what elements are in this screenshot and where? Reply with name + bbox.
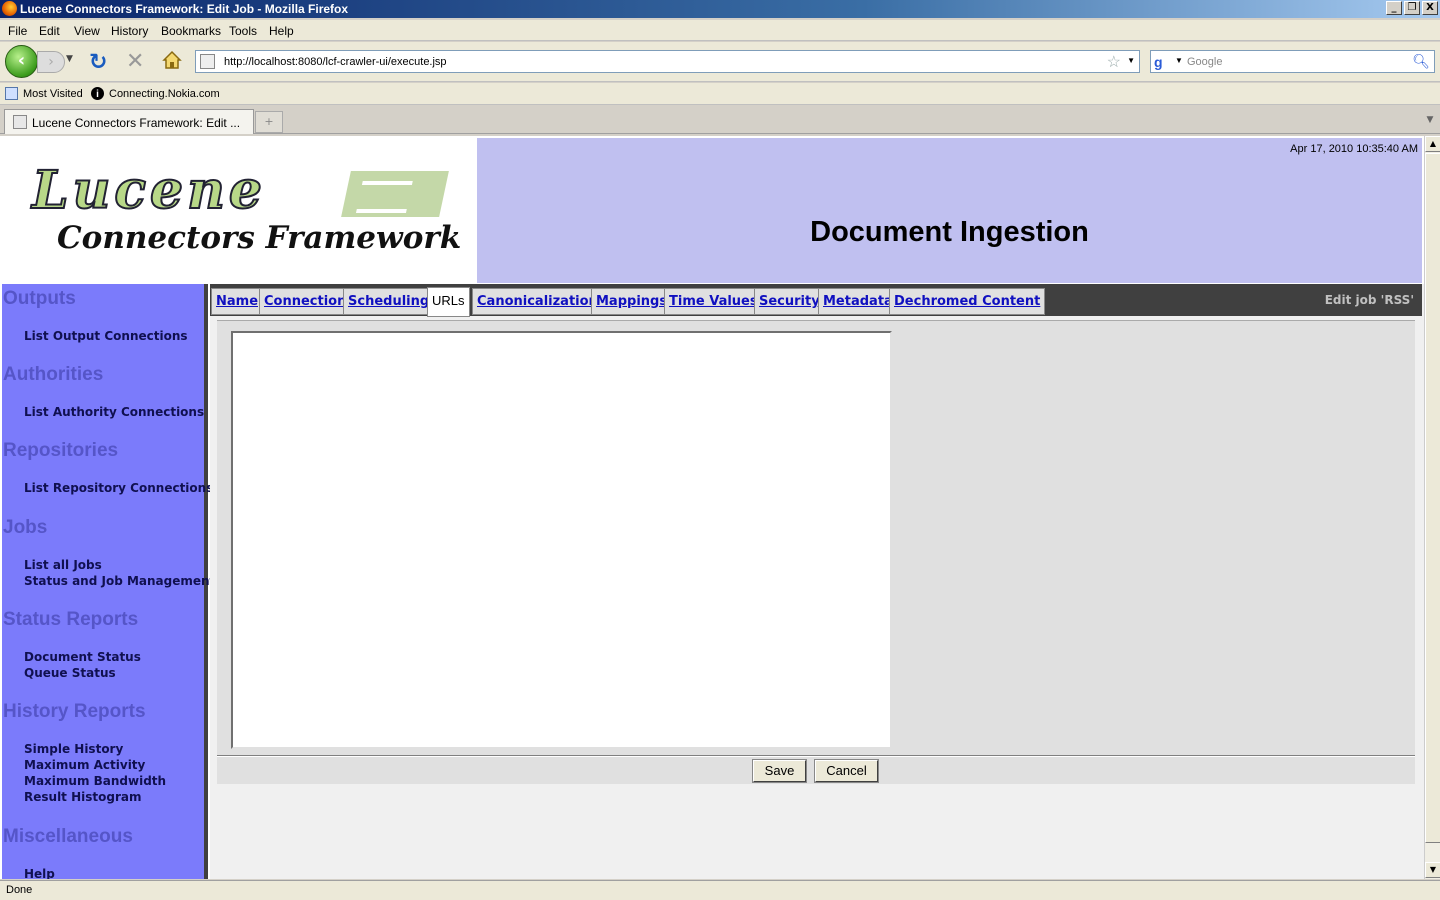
page-header: Apr 17, 2010 10:35:40 AM Document Ingest… xyxy=(477,138,1422,283)
close-button[interactable]: X xyxy=(1422,1,1438,15)
sidebar-heading-status-reports: Status Reports xyxy=(3,609,139,630)
browser-tab[interactable]: Lucene Connectors Framework: Edit ... xyxy=(4,109,254,134)
tab-page-icon xyxy=(13,115,27,129)
logo-word: Lucene xyxy=(31,159,267,222)
tab-time-values[interactable]: Time Values xyxy=(664,288,763,315)
back-button[interactable]: ‹ xyxy=(5,45,38,78)
forward-button[interactable]: › xyxy=(37,51,65,73)
new-tab-button[interactable]: + xyxy=(255,111,283,133)
status-text: Done xyxy=(6,884,33,896)
main-content: Name Connection Scheduling URLs Canonica… xyxy=(210,284,1424,879)
menu-view[interactable]: View xyxy=(74,24,100,38)
tab-urls[interactable]: URLs xyxy=(427,287,470,317)
tab-list-icon[interactable]: ▼ xyxy=(1422,110,1438,130)
menu-help[interactable]: Help xyxy=(269,24,294,38)
sidebar-link-queue-status[interactable]: Queue Status xyxy=(24,666,116,680)
sidebar-link-list-output-connections[interactable]: List Output Connections xyxy=(24,329,188,343)
cancel-button[interactable]: Cancel xyxy=(814,759,879,783)
sidebar-link-result-histogram[interactable]: Result Histogram xyxy=(24,790,141,804)
sidebar-heading-authorities: Authorities xyxy=(3,364,104,385)
bookmark-most-visited[interactable]: Most Visited xyxy=(5,87,83,100)
logo-subtitle: Connectors Framework xyxy=(57,220,462,256)
restore-button[interactable]: ❐ xyxy=(1404,1,1420,15)
scroll-up-icon[interactable]: ▲ xyxy=(1425,136,1440,152)
tab-dechromed-content[interactable]: Dechromed Content xyxy=(889,288,1046,315)
logo-flag-graphic xyxy=(341,171,449,217)
menu-file[interactable]: File xyxy=(8,24,27,38)
tab-metadata[interactable]: Metadata xyxy=(818,288,898,315)
firefox-icon xyxy=(2,1,17,16)
menu-history[interactable]: History xyxy=(111,24,148,38)
vertical-scrollbar[interactable]: ▲ ▼ xyxy=(1424,136,1440,879)
scroll-thumb[interactable] xyxy=(1425,153,1440,843)
search-engine-dropdown-icon[interactable]: ▼ xyxy=(1175,56,1183,65)
sidebar-heading-repositories: Repositories xyxy=(3,440,119,461)
urls-textarea[interactable] xyxy=(231,331,892,749)
bookmark-connecting-nokia[interactable]: i Connecting.Nokia.com xyxy=(91,87,220,100)
sidebar-link-maximum-bandwidth[interactable]: Maximum Bandwidth xyxy=(24,774,166,788)
tab-name[interactable]: Name xyxy=(211,288,264,315)
bookmark-label: Most Visited xyxy=(23,87,83,100)
page-viewport: Lucene Connectors Framework Apr 17, 2010… xyxy=(0,136,1424,879)
status-bar: Done xyxy=(0,880,1440,900)
sidebar-link-list-all-jobs[interactable]: List all Jobs xyxy=(24,558,102,572)
scroll-down-icon[interactable]: ▼ xyxy=(1425,862,1440,878)
reload-icon[interactable]: ↻ xyxy=(89,50,107,75)
stop-icon[interactable]: ✕ xyxy=(126,49,144,74)
sidebar-link-list-authority-connections[interactable]: List Authority Connections xyxy=(24,405,204,419)
search-icon[interactable]: 🔍︎ xyxy=(1412,53,1430,70)
menu-tools[interactable]: Tools xyxy=(229,24,257,38)
tab-canonicalization[interactable]: Canonicalization xyxy=(472,288,603,315)
home-icon[interactable] xyxy=(162,50,182,70)
sidebar-heading-history-reports: History Reports xyxy=(3,701,146,722)
minimize-button[interactable]: _ xyxy=(1386,1,1402,15)
menu-bar: File Edit View History Bookmarks Tools H… xyxy=(0,20,1440,41)
window-title: Lucene Connectors Framework: Edit Job - … xyxy=(20,2,349,16)
tab-connection[interactable]: Connection xyxy=(259,288,352,315)
form-divider xyxy=(217,755,1415,757)
bookmark-star-icon[interactable]: ☆ xyxy=(1107,52,1121,72)
sidebar-heading-miscellaneous: Miscellaneous xyxy=(3,826,133,847)
sidebar-link-list-repository-connections[interactable]: List Repository Connections xyxy=(24,481,213,495)
sidebar: Outputs List Output Connections Authorit… xyxy=(2,284,215,879)
page-icon xyxy=(200,54,215,69)
sidebar-link-status-and-job-management[interactable]: Status and Job Management xyxy=(24,574,215,588)
edit-job-label: Edit job 'RSS' xyxy=(1324,293,1414,307)
most-visited-icon xyxy=(5,87,18,100)
menu-edit[interactable]: Edit xyxy=(39,24,60,38)
tab-mappings[interactable]: Mappings xyxy=(591,288,673,315)
info-icon: i xyxy=(91,87,104,100)
logo: Lucene Connectors Framework xyxy=(2,138,476,283)
job-form xyxy=(217,320,1415,784)
menu-bookmarks[interactable]: Bookmarks xyxy=(161,24,221,38)
timestamp: Apr 17, 2010 10:35:40 AM xyxy=(1290,143,1418,155)
browser-tab-bar: Lucene Connectors Framework: Edit ... + … xyxy=(0,106,1440,134)
window-title-bar: Lucene Connectors Framework: Edit Job - … xyxy=(0,0,1440,18)
sidebar-heading-outputs: Outputs xyxy=(3,288,76,309)
tab-security[interactable]: Security xyxy=(754,288,825,315)
bookmarks-toolbar: Most Visited i Connecting.Nokia.com xyxy=(0,83,1440,105)
job-tabs: Name Connection Scheduling URLs Canonica… xyxy=(210,284,1422,317)
history-dropdown-icon[interactable]: ▼ xyxy=(66,54,73,64)
browser-tab-label: Lucene Connectors Framework: Edit ... xyxy=(32,116,241,130)
bookmark-label: Connecting.Nokia.com xyxy=(109,87,220,100)
url-dropdown-icon[interactable]: ▼ xyxy=(1127,56,1135,65)
sidebar-link-simple-history[interactable]: Simple History xyxy=(24,742,123,756)
sidebar-link-maximum-activity[interactable]: Maximum Activity xyxy=(24,758,145,772)
url-text[interactable]: http://localhost:8080/lcf-crawler-ui/exe… xyxy=(224,56,447,68)
google-icon[interactable]: g xyxy=(1154,54,1170,70)
save-button[interactable]: Save xyxy=(752,759,807,783)
address-bar[interactable]: http://localhost:8080/lcf-crawler-ui/exe… xyxy=(195,50,1140,73)
navigation-toolbar: ‹ › ▼ ↻ ✕ http://localhost:8080/lcf-craw… xyxy=(0,42,1440,82)
search-input[interactable]: Google xyxy=(1187,56,1222,68)
sidebar-heading-jobs: Jobs xyxy=(3,517,48,538)
sidebar-link-document-status[interactable]: Document Status xyxy=(24,650,141,664)
page-title: Document Ingestion xyxy=(810,216,1089,248)
sidebar-link-help[interactable]: Help xyxy=(24,867,55,879)
tab-scheduling[interactable]: Scheduling xyxy=(343,288,435,315)
search-bar[interactable]: g ▼ Google 🔍︎ xyxy=(1150,50,1435,73)
